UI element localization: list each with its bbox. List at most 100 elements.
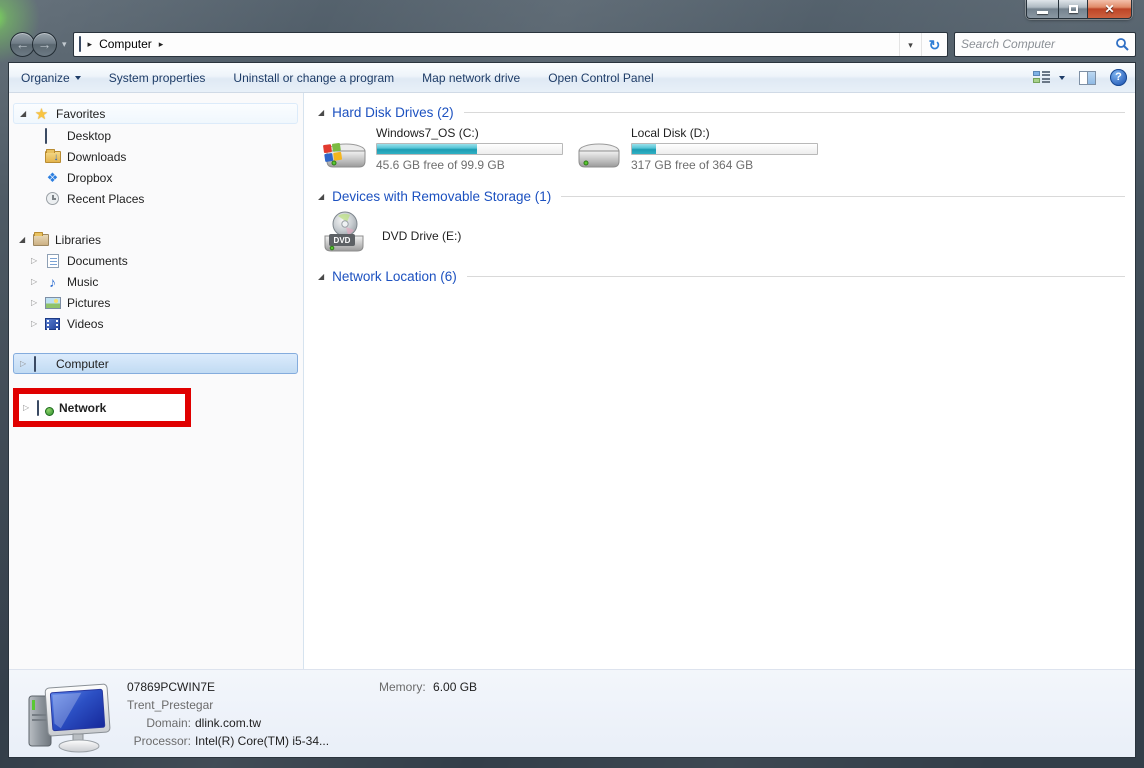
search-box[interactable] xyxy=(954,32,1136,57)
recent-pages-dropdown[interactable]: ▾ xyxy=(62,39,67,50)
dvd-drive-name: DVD Drive (E:) xyxy=(382,229,461,243)
section-network-location[interactable]: ◢ Network Location (6) xyxy=(318,269,1125,284)
breadcrumb-arrow-icon: ▸ xyxy=(88,39,93,50)
domain-label: Domain: xyxy=(127,714,191,732)
close-icon: ✕ xyxy=(1104,3,1114,15)
collapse-section-icon[interactable]: ◢ xyxy=(318,108,324,117)
breadcrumb-arrow-icon[interactable]: ▸ xyxy=(159,39,164,50)
drive-c-capacity-bar xyxy=(376,143,563,155)
sidebar-item-computer[interactable]: ▷ Computer xyxy=(13,353,298,374)
sidebar-item-recent-places[interactable]: Recent Places xyxy=(9,188,303,209)
videos-icon xyxy=(44,316,61,332)
section-hard-disk-drives[interactable]: ◢ Hard Disk Drives (2) xyxy=(318,105,1125,120)
minimize-button[interactable] xyxy=(1026,0,1058,19)
search-icon xyxy=(1115,37,1129,51)
refresh-icon[interactable]: ↻ xyxy=(921,33,947,56)
drive-d-free-space: 317 GB free of 364 GB xyxy=(631,158,818,172)
libraries-icon xyxy=(32,232,49,248)
empty-area xyxy=(314,290,1125,650)
forward-button[interactable]: → xyxy=(32,32,57,57)
close-button[interactable]: ✕ xyxy=(1088,0,1132,19)
details-pane: 07869PCWIN7E Trent_Prestegar Domain: dlin… xyxy=(9,669,1135,757)
expand-icon[interactable]: ◢ xyxy=(19,235,32,244)
history-buttons: ← → xyxy=(10,32,57,57)
organize-dropdown-icon xyxy=(75,76,81,80)
memory-value: 6.00 GB xyxy=(433,680,477,694)
open-control-panel-button[interactable]: Open Control Panel xyxy=(548,71,653,85)
minimize-icon xyxy=(1037,11,1048,14)
drive-c-capacity-fill xyxy=(377,144,477,154)
favorites-star-icon: ★ xyxy=(33,106,50,122)
collapse-icon[interactable]: ▷ xyxy=(31,256,44,265)
sidebar-item-network[interactable]: ▷ Network xyxy=(19,397,185,418)
documents-icon xyxy=(44,253,61,269)
collapse-icon[interactable]: ▷ xyxy=(23,403,36,412)
collapse-section-icon[interactable]: ◢ xyxy=(318,272,324,281)
expand-icon[interactable]: ◢ xyxy=(20,109,33,118)
search-input[interactable] xyxy=(961,37,1115,51)
drive-c-free-space: 45.6 GB free of 99.9 GB xyxy=(376,158,563,172)
dropbox-icon: ❖ xyxy=(44,170,61,186)
items-view: ◢ Hard Disk Drives (2) xyxy=(304,93,1135,669)
views-dropdown-icon xyxy=(1059,76,1065,80)
views-icon xyxy=(1033,70,1050,85)
drive-c-tile[interactable]: Windows7_OS (C:) 45.6 GB free of 99.9 GB xyxy=(320,126,575,179)
explorer-window: ✕ ← → ▾ ▸ Computer ▸ ▾ ↻ xyxy=(0,0,1144,768)
drive-d-name: Local Disk (D:) xyxy=(631,126,818,140)
hard-drive-windows-icon xyxy=(320,134,370,179)
organize-button[interactable]: Organize xyxy=(21,71,81,85)
sidebar-item-downloads[interactable]: ↓ Downloads xyxy=(9,146,303,167)
memory-label: Memory: xyxy=(379,680,426,694)
red-annotation-box: ▷ Network xyxy=(13,388,191,427)
music-icon: ♪ xyxy=(44,274,61,290)
sidebar-item-pictures[interactable]: ▷ Pictures xyxy=(9,292,303,313)
computer-large-icon xyxy=(23,678,127,757)
collapse-icon[interactable]: ▷ xyxy=(20,359,33,368)
sidebar-item-favorites[interactable]: ◢ ★ Favorites xyxy=(13,103,298,124)
sidebar-item-dropbox[interactable]: ❖ Dropbox xyxy=(9,167,303,188)
dvd-drive-icon: DVD xyxy=(320,210,370,261)
navigation-bar: ← → ▾ ▸ Computer ▸ ▾ ↻ xyxy=(8,28,1136,60)
collapse-icon[interactable]: ▷ xyxy=(31,277,44,286)
user-name: Trent_Prestegar xyxy=(127,696,379,714)
change-view-button[interactable] xyxy=(1033,70,1065,85)
sidebar-item-videos[interactable]: ▷ Videos xyxy=(9,313,303,334)
forward-icon: → xyxy=(38,36,52,52)
map-network-drive-button[interactable]: Map network drive xyxy=(422,71,520,85)
sidebar-item-libraries[interactable]: ◢ Libraries xyxy=(9,229,303,250)
preview-pane-button[interactable] xyxy=(1079,71,1096,85)
window-content: Organize System properties Uninstall or … xyxy=(8,62,1136,758)
domain-value: dlink.com.tw xyxy=(195,716,261,730)
drive-d-capacity-bar xyxy=(631,143,818,155)
uninstall-program-button[interactable]: Uninstall or change a program xyxy=(233,71,394,85)
computer-mini-icon xyxy=(79,37,81,51)
svg-text:DVD: DVD xyxy=(334,236,351,245)
recent-places-icon xyxy=(44,191,61,207)
sidebar-item-documents[interactable]: ▷ Documents xyxy=(9,250,303,271)
collapse-icon[interactable]: ▷ xyxy=(31,298,44,307)
sidebar-item-music[interactable]: ▷ ♪ Music xyxy=(9,271,303,292)
system-properties-button[interactable]: System properties xyxy=(109,71,206,85)
maximize-icon xyxy=(1069,5,1078,13)
drive-c-name: Windows7_OS (C:) xyxy=(376,126,563,140)
drive-d-capacity-fill xyxy=(632,144,656,154)
network-icon xyxy=(36,400,53,416)
address-dropdown-button[interactable]: ▾ xyxy=(899,33,921,56)
drive-d-tile[interactable]: Local Disk (D:) 317 GB free of 364 GB xyxy=(575,126,830,179)
help-button[interactable]: ? xyxy=(1110,69,1127,86)
collapse-section-icon[interactable]: ◢ xyxy=(318,192,324,201)
dvd-drive-tile[interactable]: DVD DVD Drive (E:) xyxy=(320,210,1125,261)
command-toolbar: Organize System properties Uninstall or … xyxy=(9,63,1135,93)
maximize-button[interactable] xyxy=(1058,0,1088,19)
hard-drive-icon xyxy=(575,134,625,179)
address-bar[interactable]: ▸ Computer ▸ ▾ ↻ xyxy=(73,32,948,57)
computer-name: 07869PCWIN7E xyxy=(127,678,379,696)
breadcrumb-computer[interactable]: Computer xyxy=(99,37,152,51)
downloads-icon: ↓ xyxy=(44,149,61,165)
section-removable-storage[interactable]: ◢ Devices with Removable Storage (1) xyxy=(318,189,1125,204)
sidebar-item-desktop[interactable]: Desktop xyxy=(9,125,303,146)
desktop-icon xyxy=(44,128,61,144)
collapse-icon[interactable]: ▷ xyxy=(31,319,44,328)
back-icon: ← xyxy=(16,36,30,52)
processor-label: Processor: xyxy=(127,732,191,750)
